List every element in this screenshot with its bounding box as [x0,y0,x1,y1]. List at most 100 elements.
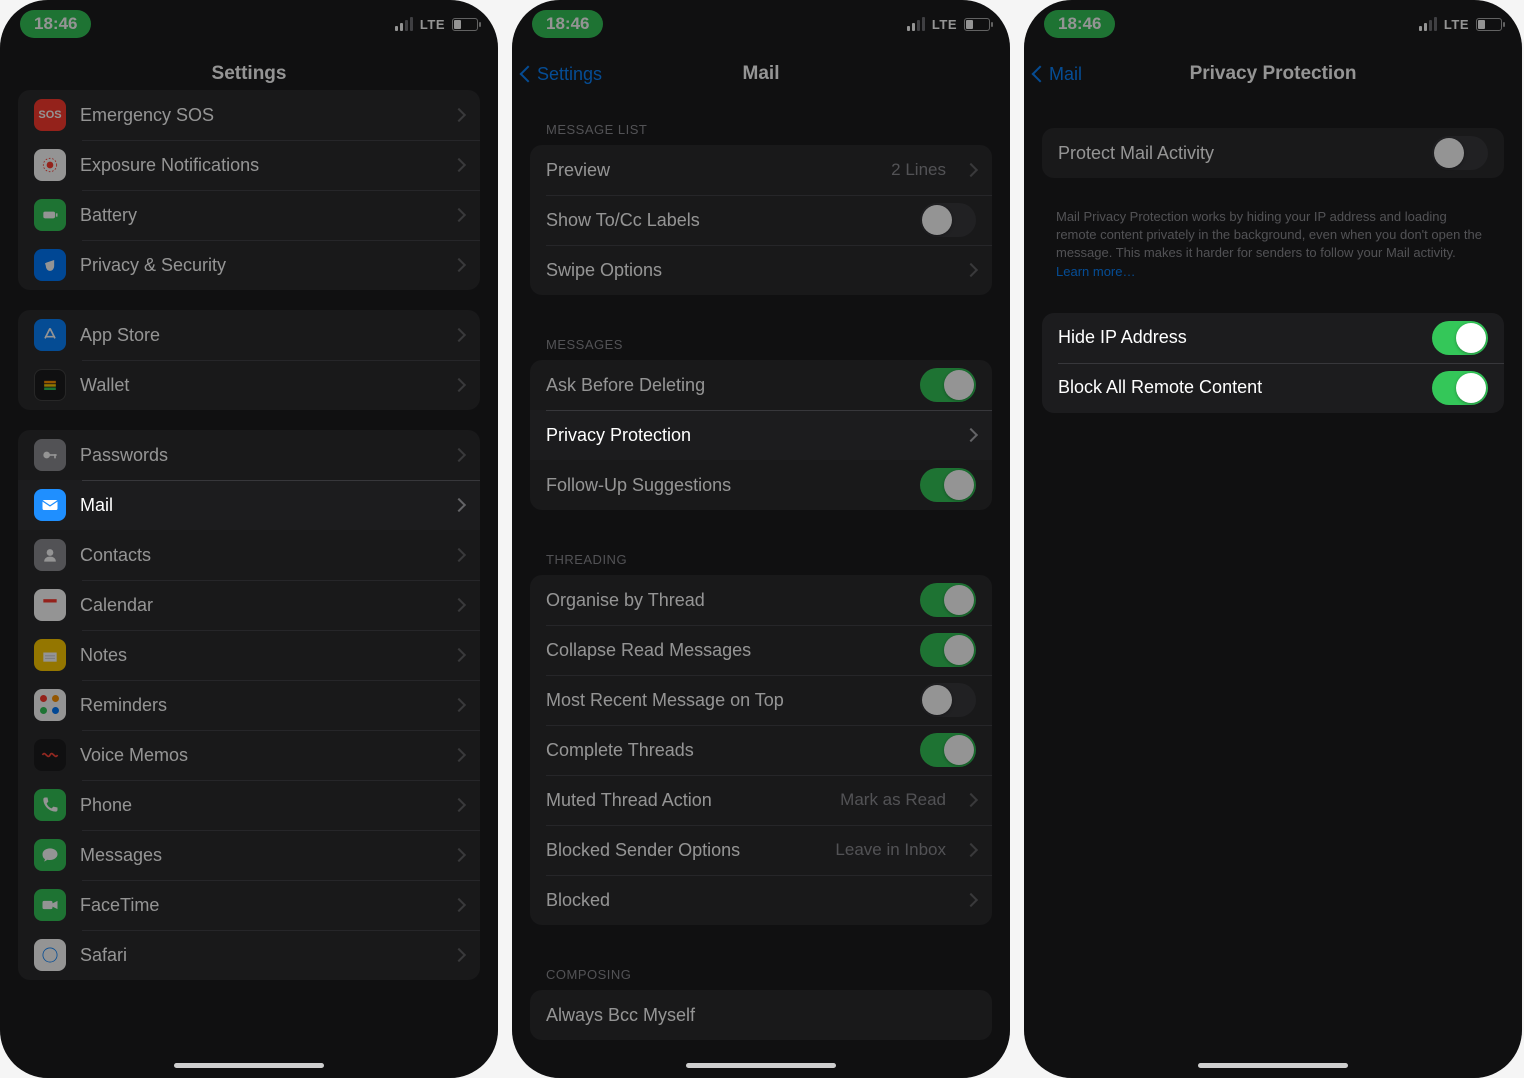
row-safari[interactable]: Safari [18,930,480,980]
row-label: Voice Memos [80,745,434,766]
row-ask-before-deleting[interactable]: Ask Before Deleting [530,360,992,410]
battery-icon [452,18,478,31]
row-complete-threads[interactable]: Complete Threads [530,725,992,775]
chevron-right-icon [964,263,978,277]
row-label: Blocked [546,890,946,911]
chevron-right-icon [964,893,978,907]
row-label: Hide IP Address [1058,327,1418,348]
row-label: Emergency SOS [80,105,434,126]
back-button[interactable]: Settings [522,64,602,85]
battery-icon [964,18,990,31]
row-privacy-protection[interactable]: Privacy Protection [530,410,992,460]
row-preview[interactable]: Preview 2 Lines [530,145,992,195]
row-most-recent-top[interactable]: Most Recent Message on Top [530,675,992,725]
status-time: 18:46 [532,10,603,38]
group-protect-activity: Protect Mail Activity [1042,128,1504,178]
row-facetime[interactable]: FaceTime [18,880,480,930]
row-label: Block All Remote Content [1058,377,1418,398]
chevron-right-icon [452,698,466,712]
voicememos-icon [34,739,66,771]
status-bar: 18:46 LTE [0,0,498,48]
reminders-icon [34,689,66,721]
row-privacy-security[interactable]: Privacy & Security [18,240,480,290]
row-protect-mail-activity[interactable]: Protect Mail Activity [1042,128,1504,178]
chevron-right-icon [452,598,466,612]
group-composing: Always Bcc Myself [530,990,992,1040]
row-follow-up[interactable]: Follow-Up Suggestions [530,460,992,510]
row-label: Phone [80,795,434,816]
chevron-right-icon [964,163,978,177]
mail-content[interactable]: MESSAGE LIST Preview 2 Lines Show To/Cc … [512,100,1010,1078]
sos-icon: SOS [34,99,66,131]
chevron-right-icon [452,648,466,662]
toggle-ask-before-deleting[interactable] [920,368,976,402]
back-label: Mail [1049,64,1082,85]
toggle-collapse-read[interactable] [920,633,976,667]
back-button[interactable]: Mail [1034,64,1082,85]
toggle-show-tocc[interactable] [920,203,976,237]
row-contacts[interactable]: Contacts [18,530,480,580]
row-exposure-notifications[interactable]: Exposure Notifications [18,140,480,190]
network-label: LTE [932,17,957,32]
row-label: Organise by Thread [546,590,906,611]
row-emergency-sos[interactable]: SOS Emergency SOS [18,90,480,140]
toggle-complete-threads[interactable] [920,733,976,767]
home-indicator[interactable] [1198,1063,1348,1068]
row-label: Privacy & Security [80,255,434,276]
learn-more-link[interactable]: Learn more… [1056,264,1135,279]
row-hide-ip-address[interactable]: Hide IP Address [1042,313,1504,363]
settings-group-apps: Passwords Mail Contacts Calendar Notes [18,430,480,980]
notes-icon [34,639,66,671]
nav-title: Privacy Protection [1190,63,1357,85]
status-time: 18:46 [1044,10,1115,38]
row-label: Collapse Read Messages [546,640,906,661]
row-mail[interactable]: Mail [18,480,480,530]
row-label: Privacy Protection [546,425,946,446]
row-muted-thread-action[interactable]: Muted Thread Action Mark as Read [530,775,992,825]
status-right: LTE [1419,17,1502,32]
row-blocked-sender-options[interactable]: Blocked Sender Options Leave in Inbox [530,825,992,875]
home-indicator[interactable] [686,1063,836,1068]
row-reminders[interactable]: Reminders [18,680,480,730]
nav-bar: Settings Mail [512,48,1010,100]
row-label: Battery [80,205,434,226]
appstore-icon [34,319,66,351]
row-always-bcc[interactable]: Always Bcc Myself [530,990,992,1040]
home-indicator[interactable] [174,1063,324,1068]
row-messages[interactable]: Messages [18,830,480,880]
row-calendar[interactable]: Calendar [18,580,480,630]
row-swipe-options[interactable]: Swipe Options [530,245,992,295]
row-block-remote-content[interactable]: Block All Remote Content [1042,363,1504,413]
toggle-protect-mail-activity[interactable] [1432,136,1488,170]
facetime-icon [34,889,66,921]
signal-icon [1419,17,1437,31]
row-app-store[interactable]: App Store [18,310,480,360]
signal-icon [395,17,413,31]
row-battery[interactable]: Battery [18,190,480,240]
toggle-organise-thread[interactable] [920,583,976,617]
privacy-content[interactable]: Protect Mail Activity Mail Privacy Prote… [1024,100,1522,1078]
chevron-right-icon [964,843,978,857]
chevron-right-icon [452,948,466,962]
wallet-icon [34,369,66,401]
row-show-tocc[interactable]: Show To/Cc Labels [530,195,992,245]
row-voice-memos[interactable]: Voice Memos [18,730,480,780]
calendar-icon [34,589,66,621]
chevron-right-icon [452,498,466,512]
row-organise-thread[interactable]: Organise by Thread [530,575,992,625]
row-phone[interactable]: Phone [18,780,480,830]
toggle-hide-ip[interactable] [1432,321,1488,355]
row-blocked[interactable]: Blocked [530,875,992,925]
toggle-most-recent-top[interactable] [920,683,976,717]
toggle-follow-up[interactable] [920,468,976,502]
protect-footer: Mail Privacy Protection works by hiding … [1042,198,1504,285]
row-passwords[interactable]: Passwords [18,430,480,480]
section-messages: MESSAGES [530,315,992,360]
row-collapse-read[interactable]: Collapse Read Messages [530,625,992,675]
row-wallet[interactable]: Wallet [18,360,480,410]
row-label: Muted Thread Action [546,790,826,811]
row-notes[interactable]: Notes [18,630,480,680]
toggle-block-remote[interactable] [1432,371,1488,405]
battery-icon [34,199,66,231]
settings-content[interactable]: SOS Emergency SOS Exposure Notifications… [0,90,498,1078]
